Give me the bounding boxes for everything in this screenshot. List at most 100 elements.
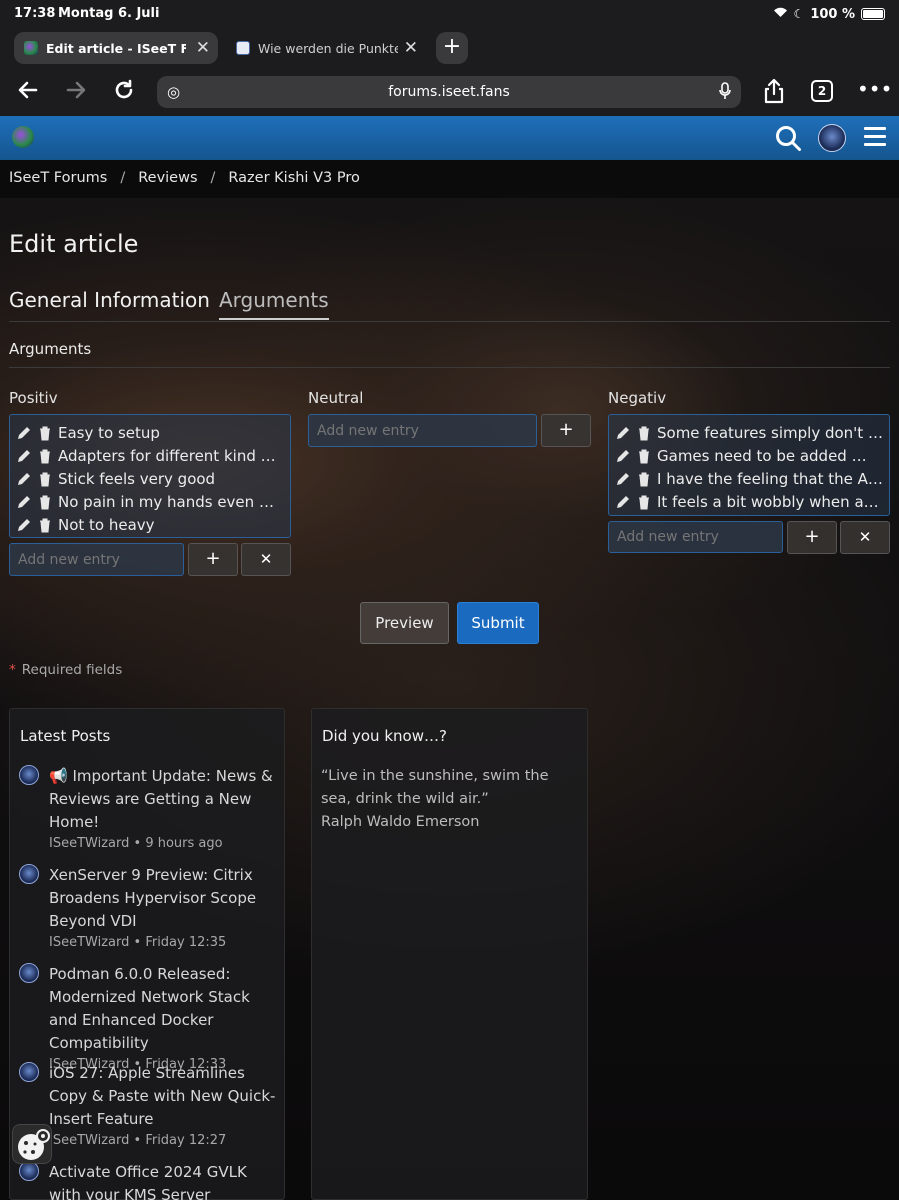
browser-toolbar: ◎ forums.iseet.fans 2 ••• <box>0 68 899 116</box>
pencil-icon[interactable] <box>16 448 32 464</box>
did-you-know-title: Did you know…? <box>322 727 447 745</box>
quote-author: Ralph Waldo Emerson <box>321 814 480 830</box>
forward-arrow-icon[interactable] <box>62 78 90 106</box>
list-item-text: I have the feeling that the A,B,X,Y butt… <box>657 469 883 488</box>
wifi-icon <box>773 6 788 22</box>
required-fields-text: Required fields <box>21 662 123 678</box>
hamburger-menu-icon[interactable] <box>864 127 886 147</box>
new-tab-button[interactable]: + <box>436 32 468 64</box>
list-item-text: Easy to setup <box>58 423 160 442</box>
positiv-new-entry-input[interactable] <box>9 543 184 576</box>
pencil-icon[interactable] <box>615 425 631 441</box>
list-item: No pain in my hands even after hours <box>16 490 290 513</box>
post-time: Friday 12:27 <box>145 1133 227 1148</box>
post-title[interactable]: Podman 6.0.0 Released: Modernized Networ… <box>49 963 281 1055</box>
trash-icon[interactable] <box>37 448 53 464</box>
breadcrumb-link-reviews[interactable]: Reviews <box>138 170 197 198</box>
browser-tab-strip: Edit article - ISeeT Forums ✕ Wie werden… <box>0 28 899 68</box>
trash-icon[interactable] <box>37 494 53 510</box>
close-tab-icon[interactable]: ✕ <box>196 38 210 58</box>
required-fields-note: * Required fields <box>9 662 122 678</box>
status-time: 17:38 <box>14 6 56 21</box>
trash-icon[interactable] <box>636 471 652 487</box>
search-icon[interactable] <box>774 124 802 152</box>
status-bar: 17:38 Montag 6. Juli ☾ 100 % <box>0 0 899 28</box>
list-item: Some features simply don't exist <box>615 421 889 444</box>
post-author[interactable]: ISeeTWizard <box>49 1133 129 1148</box>
battery-percent: 100 % <box>810 6 855 22</box>
pencil-icon[interactable] <box>16 471 32 487</box>
preview-button[interactable]: Preview <box>360 602 449 644</box>
site-logo[interactable] <box>12 126 34 148</box>
post-time: 9 hours ago <box>145 836 223 851</box>
post-title[interactable]: iOS 27: Apple Streamlines Copy & Paste w… <box>49 1062 281 1131</box>
post-item[interactable]: Podman 6.0.0 Released: Modernized Networ… <box>19 963 281 1072</box>
post-meta: ISeeTWizard • 9 hours ago <box>49 836 223 851</box>
battery-icon <box>861 8 885 20</box>
author-avatar <box>19 765 39 785</box>
positiv-clear-button[interactable]: ✕ <box>241 543 291 576</box>
tab-arguments[interactable]: Arguments <box>219 288 329 320</box>
neutral-new-entry-input[interactable] <box>308 414 537 447</box>
negativ-clear-button[interactable]: ✕ <box>840 521 890 554</box>
post-title[interactable]: XenServer 9 Preview: Citrix Broadens Hyp… <box>49 864 281 933</box>
positiv-add-button[interactable]: + <box>188 543 238 576</box>
post-author[interactable]: ISeeTWizard <box>49 836 129 851</box>
browser-tab[interactable]: Wie werden die Punkte berechnet ✕ <box>226 32 426 64</box>
breadcrumb-link-article[interactable]: Razer Kishi V3 Pro <box>228 170 359 198</box>
breadcrumb-link-home[interactable]: ISeeT Forums <box>9 170 107 198</box>
pencil-icon[interactable] <box>16 517 32 533</box>
close-tab-icon[interactable]: ✕ <box>404 38 418 58</box>
list-item: I have the feeling that the A,B,X,Y butt… <box>615 467 889 490</box>
pencil-icon[interactable] <box>615 471 631 487</box>
section-divider <box>9 367 890 368</box>
trash-icon[interactable] <box>636 425 652 441</box>
trash-icon[interactable] <box>636 494 652 510</box>
negativ-list: Some features simply don't exist Games n… <box>608 414 890 516</box>
back-arrow-icon[interactable] <box>14 78 42 106</box>
trash-icon[interactable] <box>37 471 53 487</box>
list-item: Easy to setup <box>16 421 290 444</box>
negativ-add-button[interactable]: + <box>787 521 837 554</box>
post-item[interactable]: iOS 27: Apple Streamlines Copy & Paste w… <box>19 1062 281 1148</box>
share-icon[interactable] <box>760 78 788 106</box>
tab-general-information[interactable]: General Information <box>9 288 210 312</box>
more-options-icon[interactable]: ••• <box>857 78 892 106</box>
did-you-know-widget: Did you know…? “Live in the sunshine, sw… <box>311 708 588 1200</box>
trash-icon[interactable] <box>37 517 53 533</box>
browser-tab-active[interactable]: Edit article - ISeeT Forums ✕ <box>14 32 218 64</box>
post-author[interactable]: ISeeTWizard <box>49 935 129 950</box>
site-header <box>0 116 899 160</box>
list-item: Games need to be added manually <box>615 444 889 467</box>
user-avatar[interactable] <box>818 124 846 152</box>
post-title[interactable]: 📢 Important Update: News & Reviews are G… <box>49 765 281 834</box>
column-label-negativ: Negativ <box>608 389 667 407</box>
tab-count-button[interactable]: 2 <box>811 80 833 102</box>
post-title[interactable]: Activate Office 2024 GVLK with your KMS … <box>49 1161 281 1200</box>
required-star: * <box>9 662 16 678</box>
neutral-add-button[interactable]: + <box>541 414 591 447</box>
breadcrumb-separator: / <box>210 170 216 186</box>
pencil-icon[interactable] <box>615 448 631 464</box>
post-meta: ISeeTWizard • Friday 12:35 <box>49 935 227 950</box>
site-favicon-icon <box>236 41 250 55</box>
submit-button[interactable]: Submit <box>457 602 539 644</box>
reload-icon[interactable] <box>110 78 138 106</box>
list-item-text: Adapters for different kind of phones <box>58 446 284 465</box>
post-item[interactable]: 📢 Important Update: News & Reviews are G… <box>19 765 281 851</box>
site-settings-icon[interactable]: ◎ <box>167 83 180 101</box>
cookie-consent-button[interactable] <box>12 1124 52 1164</box>
trash-icon[interactable] <box>636 448 652 464</box>
microphone-icon[interactable] <box>719 82 731 104</box>
pencil-icon[interactable] <box>16 494 32 510</box>
trash-icon[interactable] <box>37 425 53 441</box>
breadcrumb-separator: / <box>120 170 126 186</box>
address-bar[interactable]: ◎ forums.iseet.fans <box>157 76 741 108</box>
pencil-icon[interactable] <box>615 494 631 510</box>
pencil-icon[interactable] <box>16 425 32 441</box>
moon-icon: ☾ <box>793 7 805 21</box>
list-item-text: No pain in my hands even after hours <box>58 492 280 511</box>
post-item[interactable]: XenServer 9 Preview: Citrix Broadens Hyp… <box>19 864 281 950</box>
negativ-new-entry-input[interactable] <box>608 521 783 553</box>
post-item[interactable]: Activate Office 2024 GVLK with your KMS … <box>19 1161 281 1200</box>
